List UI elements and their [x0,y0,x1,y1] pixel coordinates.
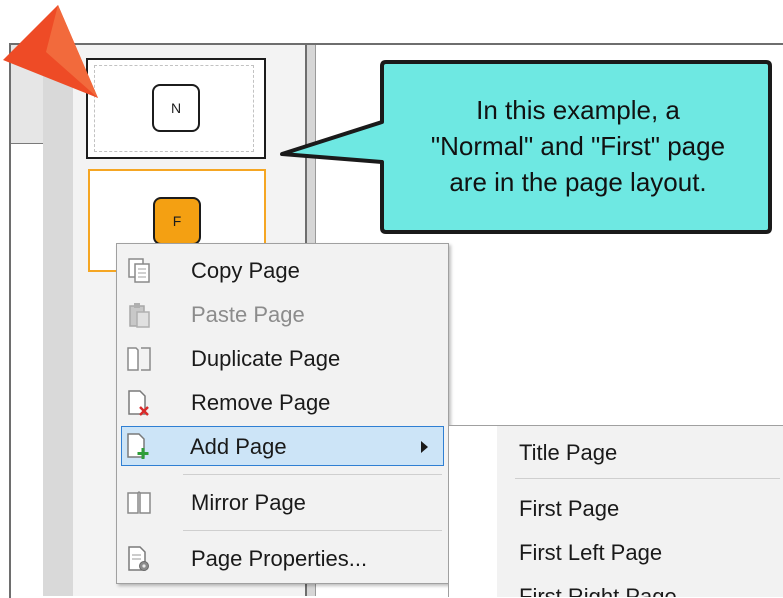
menu-item-label: Page Properties... [191,546,368,571]
menu-separator [183,530,442,531]
duplicate-page-icon [127,347,151,371]
page-badge-letter: F [172,213,182,229]
submenu-item-title-page[interactable]: Title Page [497,430,783,474]
menu-item-add-page[interactable]: Add Page [121,426,444,466]
submenu-icon-column [449,426,497,597]
callout-line: "Normal" and "First" page [430,131,726,161]
menu-item-label: Copy Page [191,258,300,283]
menu-item-paste-page[interactable]: Paste Page [118,293,447,335]
menu-item-mirror-page[interactable]: Mirror Page [118,481,447,523]
context-menu: Copy Page Paste Page Duplicate Page Remo… [116,243,449,584]
callout-text: In this example, a "Normal" and "First" … [386,92,770,200]
submenu-item-first-left-page[interactable]: First Left Page [497,530,783,574]
submenu-item-label: First Page [519,496,620,521]
menu-separator [183,474,442,475]
first-page-badge: F [153,197,201,245]
menu-item-remove-page[interactable]: Remove Page [118,381,447,423]
menu-item-duplicate-page[interactable]: Duplicate Page [118,337,447,379]
pointer-arrow-icon [3,5,98,98]
submenu-item-first-right-page[interactable]: First Right Page [497,574,783,597]
submenu-item-label: First Left Page [519,540,663,565]
mirror-page-icon [127,491,151,514]
add-page-icon [127,433,149,459]
submenu-item-label: First Right Page [519,584,677,597]
menu-item-label: Duplicate Page [191,346,341,371]
menu-item-copy-page[interactable]: Copy Page [118,249,447,291]
page-properties-icon [128,546,149,571]
submenu-item-label: Title Page [519,440,618,465]
menu-item-label: Mirror Page [191,490,306,515]
paste-page-icon [129,303,150,328]
submenu-arrow-icon [421,441,428,453]
page-badge-letter: N [170,100,182,116]
submenu-item-first-page[interactable]: First Page [497,486,783,530]
page-thumbnail-normal[interactable]: N [86,58,266,159]
remove-page-icon [128,390,149,416]
copy-page-icon [128,258,150,283]
normal-page-badge: N [152,84,200,132]
menu-item-label: Remove Page [191,390,331,415]
submenu-separator [515,478,780,479]
callout-line: In this example, a [476,95,680,125]
menu-item-label: Paste Page [191,302,305,327]
menu-item-label: Add Page [190,434,287,459]
add-page-submenu: Title Page First Page First Left Page Fi… [448,425,783,597]
thumbnail-scrollbar[interactable] [43,45,73,596]
callout-line: are in the page layout. [449,167,707,197]
menu-item-page-properties[interactable]: Page Properties... [118,537,447,579]
